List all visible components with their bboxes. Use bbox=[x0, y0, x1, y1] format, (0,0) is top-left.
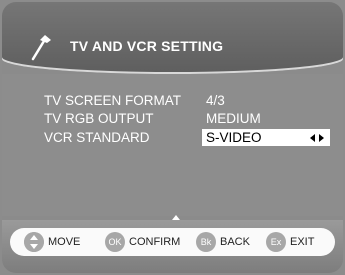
setting-label: TV RGB OUTPUT bbox=[44, 111, 154, 126]
left-right-arrows-icon bbox=[310, 134, 324, 142]
button-guide-bar: MOVE OK CONFIRM Bk BACK Ex EXIT bbox=[10, 228, 335, 256]
settings-list: TV SCREEN FORMAT 4/3 TV RGB OUTPUT MEDIU… bbox=[2, 74, 343, 216]
setting-value: MEDIUM bbox=[206, 111, 261, 126]
wrench-icon bbox=[31, 35, 51, 61]
setting-label: TV SCREEN FORMAT bbox=[44, 93, 182, 108]
setting-value: S-VIDEO bbox=[206, 130, 262, 145]
setting-label: VCR STANDARD bbox=[44, 130, 150, 145]
selected-value-box[interactable]: S-VIDEO bbox=[202, 129, 330, 146]
back-label: BACK bbox=[220, 236, 250, 248]
ok-button-icon: OK bbox=[105, 232, 125, 252]
setting-value: 4/3 bbox=[206, 93, 225, 108]
exit-label: EXIT bbox=[290, 236, 315, 248]
back-button-icon: Bk bbox=[196, 232, 216, 252]
osd-screen: TV AND VCR SETTING TV SCREEN FORMAT 4/3 … bbox=[2, 2, 343, 273]
menu-header: TV AND VCR SETTING bbox=[2, 2, 343, 74]
menu-title: TV AND VCR SETTING bbox=[70, 38, 224, 54]
footer: MOVE OK CONFIRM Bk BACK Ex EXIT bbox=[2, 220, 343, 273]
confirm-label: CONFIRM bbox=[129, 236, 181, 248]
exit-button-icon: Ex bbox=[266, 232, 286, 252]
move-arrows-icon bbox=[24, 232, 44, 252]
move-label: MOVE bbox=[48, 236, 81, 248]
